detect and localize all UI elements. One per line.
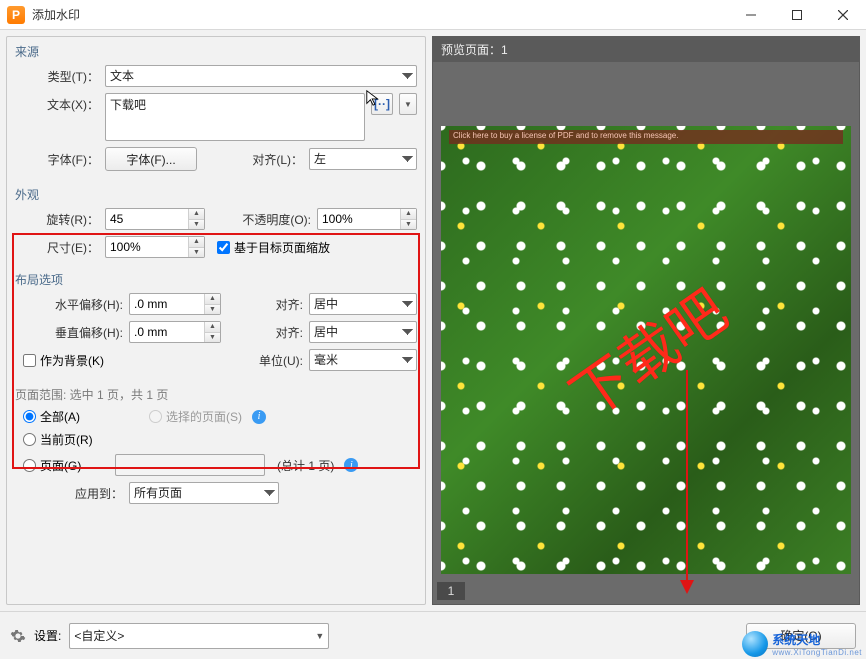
text-label: 文本(X)：: [15, 93, 99, 113]
bottom-bar: 设置: <自定义> ▼ 确定(O): [0, 611, 866, 659]
rotate-label: 旋转(R)：: [15, 211, 99, 228]
text-align-label: 对齐(L)：: [243, 151, 303, 168]
scale-spinner[interactable]: ▲▼: [105, 236, 205, 258]
unit-select[interactable]: 毫米: [309, 349, 417, 371]
range-pages-label: 页面(G): [40, 457, 81, 474]
scale-relative-checkbox[interactable]: 基于目标页面缩放: [217, 239, 330, 256]
scale-label: 尺寸(E)：: [15, 239, 99, 256]
range-selected-input: [149, 410, 162, 423]
spin-up[interactable]: ▲: [205, 322, 220, 333]
range-pages-field: [115, 454, 265, 476]
settings-preset-combo[interactable]: <自定义> ▼: [69, 623, 329, 649]
watermark-text: 下载吧: [551, 266, 742, 435]
rotate-spinner[interactable]: ▲▼: [105, 208, 205, 230]
client-area: 来源 类型(T)： 文本 文本(X)： [··] ▼ 字体(F)： 字体(F).…: [0, 30, 866, 611]
preview-header: 预览页面：1: [432, 36, 860, 62]
unit-label: 单位(U):: [247, 352, 303, 369]
apply-label: 应用到：: [15, 485, 123, 502]
scale-value[interactable]: [106, 238, 188, 256]
chevron-down-icon: ▼: [315, 631, 324, 641]
font-label: 字体(F)：: [15, 151, 99, 168]
ok-button[interactable]: 确定(O): [746, 623, 856, 649]
info-icon[interactable]: i: [252, 410, 266, 424]
app-icon: P: [7, 6, 25, 24]
section-source-title: 来源: [7, 37, 425, 62]
opacity-label: 不透明度(O):: [229, 211, 311, 228]
text-input[interactable]: [105, 93, 365, 141]
maximize-button[interactable]: [774, 0, 820, 30]
settings-label: 设置:: [34, 627, 61, 644]
as-background-input[interactable]: [23, 354, 36, 367]
range-current-input[interactable]: [23, 433, 36, 446]
range-current-label: 当前页(R): [40, 431, 93, 448]
range-pages-radio[interactable]: 页面(G): [23, 457, 109, 474]
preview-panel: 预览页面：1 Click here to buy a license of PD…: [432, 36, 860, 605]
text-align-select[interactable]: 左: [309, 148, 417, 170]
voffset-spinner[interactable]: ▲▼: [129, 321, 221, 343]
section-appearance-title: 外观: [7, 180, 425, 205]
section-range-title: 页面范围: 选中 1 页，共 1 页: [7, 380, 425, 405]
type-select[interactable]: 文本: [105, 65, 417, 87]
halign-label: 对齐:: [265, 296, 303, 313]
trial-banner: Click here to buy a license of PDF and t…: [449, 130, 843, 144]
section-layout-title: 布局选项: [7, 265, 425, 290]
font-button[interactable]: 字体(F)...: [105, 147, 197, 171]
info-icon[interactable]: i: [344, 458, 358, 472]
voffset-value[interactable]: [130, 323, 204, 341]
spin-up[interactable]: ▲: [189, 237, 204, 248]
apply-select[interactable]: 所有页面: [129, 482, 279, 504]
spin-up[interactable]: ▲: [401, 209, 416, 220]
range-selected-label: 选择的页面(S): [166, 408, 242, 425]
window-title: 添加水印: [32, 6, 80, 23]
opacity-spinner[interactable]: ▲▼: [317, 208, 417, 230]
range-current-radio[interactable]: 当前页(R): [23, 431, 93, 448]
type-label: 类型(T)：: [15, 68, 99, 85]
page-indicator[interactable]: 1: [437, 582, 465, 600]
preview-image: Click here to buy a license of PDF and t…: [441, 126, 851, 574]
close-button[interactable]: [820, 0, 866, 30]
spin-up[interactable]: ▲: [205, 294, 220, 305]
spin-down[interactable]: ▼: [401, 220, 416, 230]
minimize-button[interactable]: [728, 0, 774, 30]
text-dropdown-button[interactable]: ▼: [399, 93, 417, 115]
spin-up[interactable]: ▲: [189, 209, 204, 220]
range-pages-input[interactable]: [23, 459, 36, 472]
as-background-label: 作为背景(K): [40, 352, 104, 369]
spin-down[interactable]: ▼: [205, 305, 220, 315]
range-selected-radio: 选择的页面(S): [149, 408, 242, 425]
spin-down[interactable]: ▼: [189, 220, 204, 230]
gear-icon: [10, 628, 26, 644]
scale-relative-input[interactable]: [217, 241, 230, 254]
settings-preset-value: <自定义>: [74, 627, 124, 644]
preview-body: Click here to buy a license of PDF and t…: [432, 62, 860, 605]
valign-label: 对齐:: [265, 324, 303, 341]
opacity-value[interactable]: [318, 210, 400, 228]
range-pages-total: (总计 1 页): [277, 457, 334, 474]
range-all-input[interactable]: [23, 410, 36, 423]
rotate-value[interactable]: [106, 210, 188, 228]
spin-down[interactable]: ▼: [189, 248, 204, 258]
range-all-label: 全部(A): [40, 408, 80, 425]
as-background-checkbox[interactable]: 作为背景(K): [23, 352, 104, 369]
scale-relative-label: 基于目标页面缩放: [234, 239, 330, 256]
macro-button[interactable]: [··]: [371, 93, 393, 115]
hoffset-label: 水平偏移(H):: [15, 296, 123, 313]
hoffset-value[interactable]: [130, 295, 204, 313]
range-all-radio[interactable]: 全部(A): [23, 408, 143, 425]
spin-down[interactable]: ▼: [205, 333, 220, 343]
voffset-label: 垂直偏移(H):: [15, 324, 123, 341]
settings-panel: 来源 类型(T)： 文本 文本(X)： [··] ▼ 字体(F)： 字体(F).…: [6, 36, 426, 605]
halign-select[interactable]: 居中: [309, 293, 417, 315]
title-bar: P 添加水印: [0, 0, 866, 30]
valign-select[interactable]: 居中: [309, 321, 417, 343]
hoffset-spinner[interactable]: ▲▼: [129, 293, 221, 315]
